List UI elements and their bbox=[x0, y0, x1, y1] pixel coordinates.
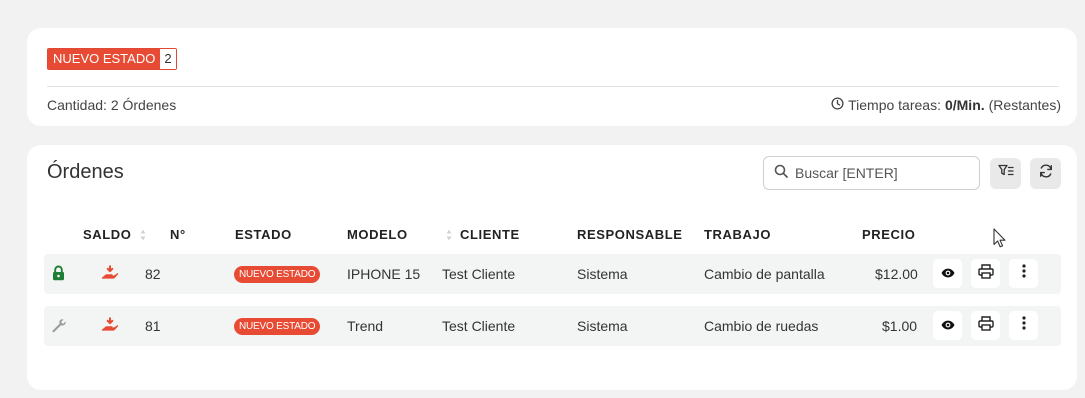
printer-icon bbox=[977, 315, 994, 336]
orders-quantity: Cantidad: 2 Órdenes bbox=[47, 97, 177, 113]
page-title: Órdenes bbox=[47, 161, 124, 183]
divider bbox=[47, 86, 1059, 87]
eye-icon bbox=[941, 317, 955, 335]
printer-icon bbox=[977, 263, 994, 284]
status-badge: NUEVO ESTADO bbox=[234, 266, 321, 283]
model-cell: Trend bbox=[347, 318, 384, 334]
orders-card: Órdenes SALDO N° ESTADO MODELO CLIENTE R… bbox=[27, 145, 1077, 390]
column-header-saldo[interactable]: SALDO bbox=[83, 227, 146, 242]
filter-button[interactable] bbox=[990, 158, 1021, 189]
price-cell: $1.00 bbox=[882, 318, 918, 334]
refresh-icon bbox=[1038, 163, 1054, 184]
print-button[interactable] bbox=[971, 259, 1000, 288]
status-chip-count: 2 bbox=[160, 49, 176, 69]
filter-icon bbox=[997, 164, 1014, 183]
work-cell: Cambio de pantalla bbox=[704, 266, 825, 282]
summary-card: NUEVO ESTADO 2 Cantidad: 2 Órdenes Tiemp… bbox=[27, 28, 1077, 126]
column-header-label: TRABAJO bbox=[704, 227, 772, 242]
balance-icon[interactable] bbox=[101, 265, 119, 287]
more-vertical-icon bbox=[1021, 316, 1026, 335]
model-cell: IPHONE 15 bbox=[347, 266, 421, 282]
column-header-precio[interactable]: PRECIO bbox=[862, 227, 915, 242]
column-header-label: ESTADO bbox=[235, 227, 292, 242]
more-options-button[interactable] bbox=[1009, 311, 1038, 340]
column-header-number[interactable]: N° bbox=[170, 227, 186, 242]
balance-icon[interactable] bbox=[101, 317, 119, 339]
sort-icon bbox=[446, 229, 452, 241]
column-header-label: PRECIO bbox=[862, 227, 916, 242]
column-header-cliente[interactable]: CLIENTE bbox=[446, 227, 520, 242]
price-cell: $12.00 bbox=[875, 266, 918, 282]
print-button[interactable] bbox=[971, 311, 1000, 340]
order-number[interactable]: 82 bbox=[145, 254, 161, 294]
status-chip-label: NUEVO ESTADO bbox=[48, 49, 161, 69]
responsible-cell: Sistema bbox=[577, 266, 628, 282]
column-header-modelo[interactable]: MODELO bbox=[347, 227, 408, 242]
column-header-label: CLIENTE bbox=[460, 227, 520, 242]
column-header-label: SALDO bbox=[83, 227, 132, 242]
view-button[interactable] bbox=[933, 259, 962, 288]
view-button[interactable] bbox=[933, 311, 962, 340]
wrench-icon bbox=[51, 318, 67, 339]
client-cell: Test Cliente bbox=[442, 266, 516, 282]
column-header-responsable[interactable]: RESPONSABLE bbox=[577, 227, 683, 242]
tasks-time-value: 0/Min. bbox=[944, 97, 985, 113]
status-filter-chip[interactable]: NUEVO ESTADO 2 bbox=[47, 48, 177, 70]
refresh-button[interactable] bbox=[1030, 158, 1061, 189]
table-row[interactable]: 81 NUEVO ESTADO Trend Test Cliente Siste… bbox=[44, 306, 1061, 346]
tasks-time-prefix: Tiempo tareas: bbox=[848, 97, 941, 113]
sort-icon bbox=[140, 229, 146, 241]
client-cell: Test Cliente bbox=[442, 318, 516, 334]
tasks-time: Tiempo tareas: 0/Min. (Restantes) bbox=[831, 97, 1061, 113]
lock-icon bbox=[52, 265, 65, 286]
column-header-label: RESPONSABLE bbox=[577, 227, 683, 242]
status-badge: NUEVO ESTADO bbox=[234, 318, 321, 335]
search-input[interactable] bbox=[795, 165, 965, 181]
responsible-cell: Sistema bbox=[577, 318, 628, 334]
work-cell: Cambio de ruedas bbox=[704, 318, 819, 334]
search-icon bbox=[774, 164, 788, 183]
clock-icon bbox=[831, 97, 844, 113]
table-row[interactable]: 82 NUEVO ESTADO IPHONE 15 Test Cliente S… bbox=[44, 254, 1061, 294]
tasks-time-suffix: (Restantes) bbox=[988, 97, 1061, 113]
mouse-cursor-icon bbox=[993, 228, 1006, 253]
eye-icon bbox=[941, 265, 955, 283]
search-box[interactable] bbox=[763, 156, 980, 190]
order-number[interactable]: 81 bbox=[145, 306, 161, 346]
column-header-label: MODELO bbox=[347, 227, 408, 242]
more-options-button[interactable] bbox=[1009, 259, 1038, 288]
column-header-trabajo[interactable]: TRABAJO bbox=[704, 227, 771, 242]
more-vertical-icon bbox=[1021, 264, 1026, 283]
column-header-estado[interactable]: ESTADO bbox=[235, 227, 292, 242]
column-header-label: N° bbox=[170, 227, 186, 242]
